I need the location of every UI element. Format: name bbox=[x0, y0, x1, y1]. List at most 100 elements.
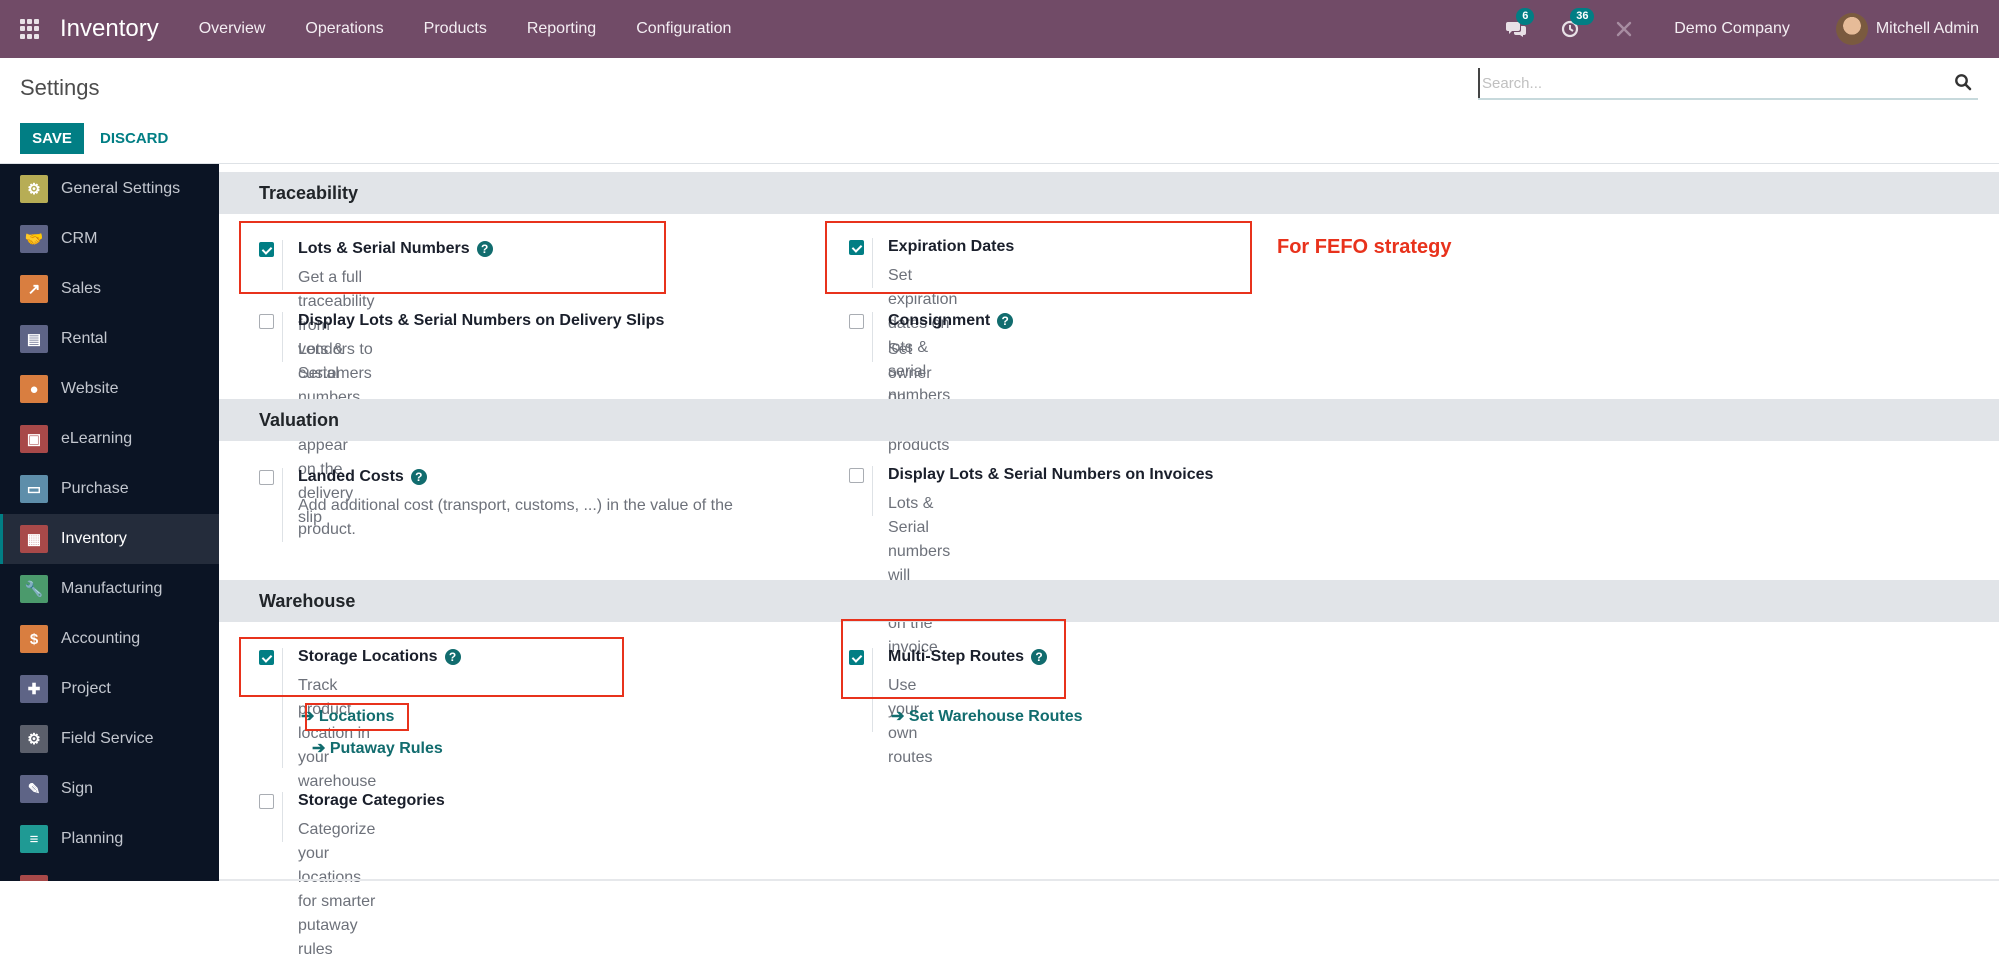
section-valuation-header: Valuation bbox=[219, 399, 1999, 441]
field-service-icon: ⚙ bbox=[20, 725, 48, 753]
link-label: Set Warehouse Routes bbox=[908, 708, 1083, 725]
sidebar-item-elearning[interactable]: ▣ eLearning bbox=[0, 414, 219, 464]
top-navbar: Inventory Overview Operations Products R… bbox=[0, 0, 1999, 58]
sidebar-item-sign[interactable]: ✎ Sign bbox=[0, 764, 219, 814]
setting-title: Storage Locations? bbox=[298, 648, 461, 666]
storage-locations-checkbox[interactable] bbox=[259, 650, 274, 665]
sidebar-item-general-settings[interactable]: ⚙ General Settings bbox=[0, 164, 219, 214]
divider bbox=[282, 240, 283, 290]
invoices-checkbox[interactable] bbox=[849, 468, 864, 483]
sidebar-item-rental[interactable]: ▤ Rental bbox=[0, 314, 219, 364]
setting-title: Lots & Serial Numbers? bbox=[298, 240, 493, 258]
sidebar-item-manufacturing[interactable]: 🔧 Manufacturing bbox=[0, 564, 219, 614]
gear-icon: ⚙ bbox=[20, 175, 48, 203]
search-icon[interactable] bbox=[1954, 73, 1972, 91]
company-switcher[interactable]: Demo Company bbox=[1674, 20, 1790, 38]
expiration-dates-checkbox[interactable] bbox=[849, 240, 864, 255]
set-warehouse-routes-link[interactable]: ➔ Set Warehouse Routes bbox=[891, 706, 1083, 726]
sidebar-item-planning[interactable]: ≡ Planning bbox=[0, 814, 219, 864]
navbar-systray: 6 36 Demo Company Mitchell Admin bbox=[1504, 0, 1999, 58]
save-button[interactable]: SAVE bbox=[20, 123, 84, 154]
putaway-rules-link[interactable]: ➔ Putaway Rules bbox=[312, 738, 443, 758]
consignment-title: Consignment bbox=[888, 312, 991, 329]
help-icon[interactable]: ? bbox=[476, 241, 493, 257]
sidebar-item-accounting[interactable]: $ Accounting bbox=[0, 614, 219, 664]
sidebar-item-project[interactable]: ✚ Project bbox=[0, 664, 219, 714]
arrow-right-icon: ➔ bbox=[891, 708, 905, 725]
menu-operations[interactable]: Operations bbox=[305, 20, 383, 38]
wrench-icon: 🔧 bbox=[20, 575, 48, 603]
chart-up-icon: ↗ bbox=[20, 275, 48, 303]
help-icon[interactable]: ? bbox=[1031, 649, 1047, 665]
avatar bbox=[1835, 13, 1868, 45]
sidebar-item-label: CRM bbox=[61, 230, 98, 247]
sidebar-item-purchase[interactable]: ▭ Purchase bbox=[0, 464, 219, 514]
menu-configuration[interactable]: Configuration bbox=[636, 20, 731, 38]
storage-categories-checkbox[interactable] bbox=[259, 794, 274, 809]
sidebar-item-field-service[interactable]: ⚙ Field Service bbox=[0, 714, 219, 764]
link-label: Locations bbox=[318, 708, 395, 725]
lots-serial-title: Lots & Serial Numbers bbox=[298, 240, 470, 257]
help-icon[interactable]: ? bbox=[410, 469, 427, 485]
divider bbox=[282, 312, 283, 362]
sidebar-item-label: General Settings bbox=[61, 180, 181, 197]
divider bbox=[872, 238, 873, 288]
sidebar-item-label: Manufacturing bbox=[61, 580, 163, 597]
sidebar-item-label: Accounting bbox=[61, 630, 141, 647]
handshake-icon: 🤝 bbox=[20, 225, 48, 253]
lots-serial-checkbox[interactable] bbox=[259, 242, 274, 257]
menu-overview[interactable]: Overview bbox=[199, 20, 266, 38]
fefo-annotation: For FEFO strategy bbox=[1277, 236, 1452, 258]
clock-icon[interactable]: 36 bbox=[1558, 8, 1595, 41]
multi-step-routes-checkbox[interactable] bbox=[849, 650, 864, 665]
planning-icon: ≡ bbox=[20, 825, 48, 853]
credit-card-icon: ▭ bbox=[20, 475, 48, 503]
storage-locations-title: Storage Locations bbox=[298, 648, 438, 665]
puzzle-icon: ✚ bbox=[20, 675, 48, 703]
settings-sidebar: ⚙ General Settings 🤝 CRM ↗ Sales ▤ Rental ● Websi… bbox=[0, 164, 219, 881]
tools-icon[interactable] bbox=[1612, 17, 1636, 41]
sidebar-item-crm[interactable]: 🤝 CRM bbox=[0, 214, 219, 264]
arrow-right-icon: ➔ bbox=[312, 740, 326, 757]
menu-reporting[interactable]: Reporting bbox=[527, 20, 596, 38]
divider bbox=[872, 312, 873, 362]
user-menu[interactable]: Mitchell Admin bbox=[1835, 13, 1979, 45]
sidebar-item-website[interactable]: ● Website bbox=[0, 364, 219, 414]
chat-bubbles-icon[interactable]: 6 bbox=[1504, 8, 1535, 41]
landed-costs-checkbox[interactable] bbox=[259, 470, 274, 485]
sign-icon: ✎ bbox=[20, 775, 48, 803]
divider bbox=[282, 792, 283, 842]
sidebar-item-label: Website bbox=[61, 380, 119, 397]
setting-description: Track product location in your warehouse bbox=[298, 677, 377, 790]
consignment-checkbox[interactable] bbox=[849, 314, 864, 329]
sidebar-item-label: Purchase bbox=[61, 480, 129, 497]
locations-link[interactable]: ➔ Locations bbox=[301, 706, 394, 726]
app-brand[interactable]: Inventory bbox=[60, 15, 159, 43]
help-icon[interactable]: ? bbox=[997, 313, 1014, 329]
search-input[interactable] bbox=[1478, 68, 1938, 98]
sidebar-item-label: Inventory bbox=[61, 530, 127, 547]
menu-products[interactable]: Products bbox=[424, 20, 487, 38]
activities-badge: 36 bbox=[1570, 8, 1595, 25]
sidebar-item-label: Sales bbox=[61, 280, 102, 297]
apps-grid-icon[interactable] bbox=[20, 19, 40, 39]
app-icon bbox=[20, 875, 48, 881]
delivery-slips-checkbox[interactable] bbox=[259, 314, 274, 329]
help-icon[interactable]: ? bbox=[444, 649, 461, 665]
sidebar-item-label: Rental bbox=[61, 330, 108, 347]
sidebar-item-inventory[interactable]: ▦ Inventory bbox=[0, 514, 219, 564]
multi-step-title: Multi-Step Routes bbox=[888, 648, 1024, 665]
settings-content: Traceability Lots & Serial Numbers? Get … bbox=[219, 164, 1999, 958]
presentation-icon: ▣ bbox=[20, 425, 48, 453]
discard-button[interactable]: DISCARD bbox=[100, 123, 168, 154]
storage-categories-title: Storage Categories bbox=[298, 792, 445, 809]
expiration-dates-title: Expiration Dates bbox=[888, 238, 1015, 255]
delivery-slips-title: Display Lots & Serial Numbers on Deliver… bbox=[298, 312, 665, 329]
sidebar-item-more[interactable] bbox=[0, 864, 219, 881]
divider bbox=[282, 648, 283, 768]
invoices-title: Display Lots & Serial Numbers on Invoice… bbox=[888, 466, 1214, 483]
setting-description: Add additional cost (transport, customs,… bbox=[298, 497, 733, 538]
landed-costs-title: Landed Costs bbox=[298, 468, 404, 485]
section-traceability-header: Traceability bbox=[219, 172, 1999, 214]
sidebar-item-sales[interactable]: ↗ Sales bbox=[0, 264, 219, 314]
